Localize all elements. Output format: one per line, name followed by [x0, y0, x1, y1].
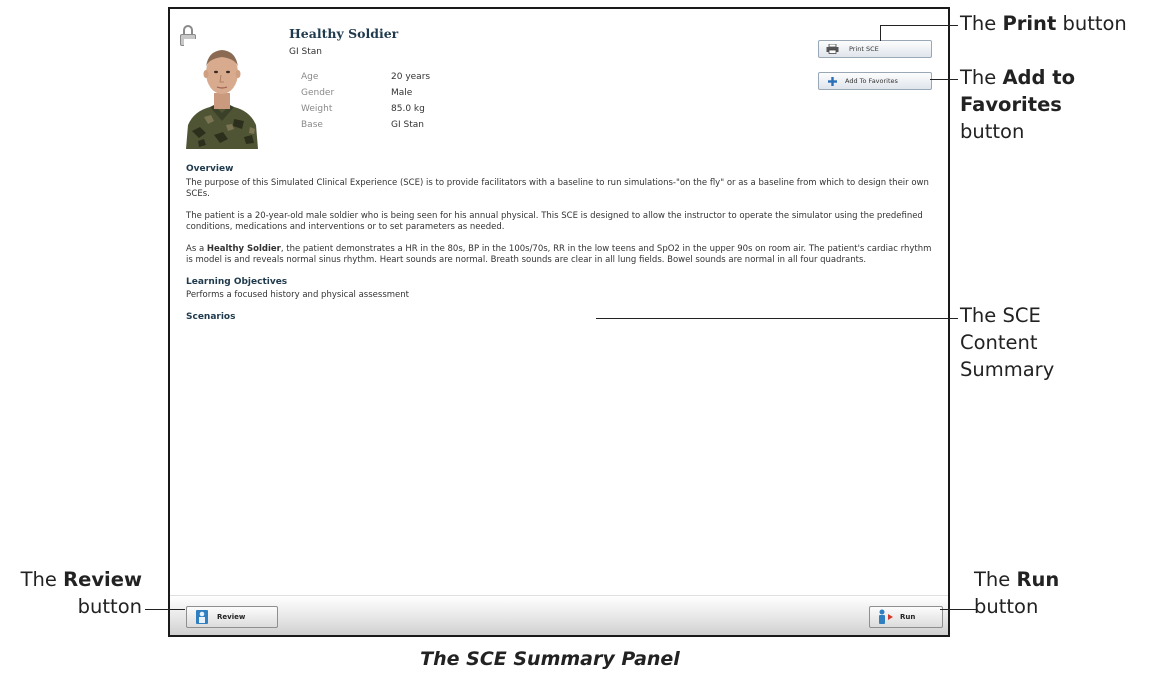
detail-value: 85.0 kg	[391, 104, 425, 114]
patient-details: Age 20 years Gender Male Weight 85.0 kg …	[301, 72, 430, 136]
sce-summary-panel: Healthy Soldier GI Stan Age 20 years Gen…	[168, 7, 950, 637]
learning-objectives-heading: Learning Objectives	[186, 276, 288, 287]
add-to-favorites-label: Add To Favorites	[845, 77, 898, 85]
callout-text: The	[960, 66, 1003, 89]
review-leader-line	[145, 609, 185, 610]
overview-heading: Overview	[186, 164, 234, 174]
detail-label: Base	[301, 120, 323, 130]
overview-paragraph-3: As a Healthy Soldier, the patient demons…	[186, 244, 934, 267]
run-leader-line	[940, 609, 976, 610]
overview-paragraph-2: The patient is a 20-year-old male soldie…	[186, 210, 923, 233]
callout-bold: Print	[1002, 12, 1057, 35]
run-button[interactable]: Run	[869, 606, 943, 628]
callout-text: Summary	[960, 358, 1055, 381]
add-to-favorites-button[interactable]: Add To Favorites	[818, 72, 932, 90]
review-icon	[187, 609, 217, 625]
review-callout: The Review button	[21, 566, 142, 620]
learning-objectives-text: Performs a focused history and physical …	[186, 290, 409, 300]
print-sce-button[interactable]: Print SCE	[818, 40, 932, 58]
overview-p3-prefix: As a	[186, 243, 207, 254]
callout-text: button	[974, 595, 1039, 618]
callout-text: button	[960, 120, 1025, 143]
callout-text: Content	[960, 331, 1038, 354]
print-leader-line	[880, 25, 958, 26]
patient-subtitle: GI Stan	[289, 47, 322, 57]
callout-text: The	[20, 568, 64, 591]
detail-value: GI Stan	[391, 120, 424, 130]
run-label: Run	[900, 613, 916, 621]
overview-p3-bold: Healthy Soldier	[206, 243, 281, 254]
overview-paragraph-1: The purpose of this Simulated Clinical E…	[186, 177, 929, 200]
figure-caption: The SCE Summary Panel	[420, 648, 680, 670]
overview-p3-rest: , the patient demonstrates a HR in the 8…	[186, 243, 932, 266]
detail-row-gender: Gender Male	[301, 88, 430, 104]
callout-text: The	[974, 568, 1017, 591]
callout-text: The	[960, 12, 1003, 35]
panel-footer: Review Run	[170, 595, 948, 635]
printer-icon	[819, 44, 845, 54]
plus-icon	[819, 76, 845, 86]
run-callout: The Run button	[974, 566, 1059, 620]
callout-text: button	[77, 595, 142, 618]
favorites-callout: The Add to Favorites button	[960, 64, 1150, 145]
callout-bold: Run	[1016, 568, 1060, 591]
review-button[interactable]: Review	[186, 606, 278, 628]
callout-text: button	[1056, 12, 1127, 35]
detail-value: 20 years	[391, 72, 431, 82]
detail-value: Male	[391, 88, 413, 98]
summary-callout: The SCE Content Summary	[960, 302, 1054, 383]
detail-label: Age	[301, 72, 319, 82]
detail-row-age: Age 20 years	[301, 72, 430, 88]
patient-photo	[184, 39, 260, 149]
callout-bold: Review	[63, 568, 142, 591]
run-icon	[870, 609, 900, 625]
detail-label: Weight	[301, 104, 333, 114]
print-sce-label: Print SCE	[849, 45, 879, 53]
favorites-leader-line	[930, 79, 958, 80]
print-callout: The Print button	[960, 10, 1127, 37]
summary-leader-line	[596, 318, 958, 319]
detail-row-weight: Weight 85.0 kg	[301, 104, 430, 120]
callout-text: The SCE	[960, 304, 1041, 327]
sce-content-summary: Overview The purpose of this Simulated C…	[186, 164, 934, 325]
patient-name: Healthy Soldier	[289, 26, 399, 41]
detail-row-base: Base GI Stan	[301, 120, 430, 136]
print-leader-drop	[880, 25, 881, 41]
review-label: Review	[217, 613, 246, 621]
detail-label: Gender	[301, 88, 335, 98]
